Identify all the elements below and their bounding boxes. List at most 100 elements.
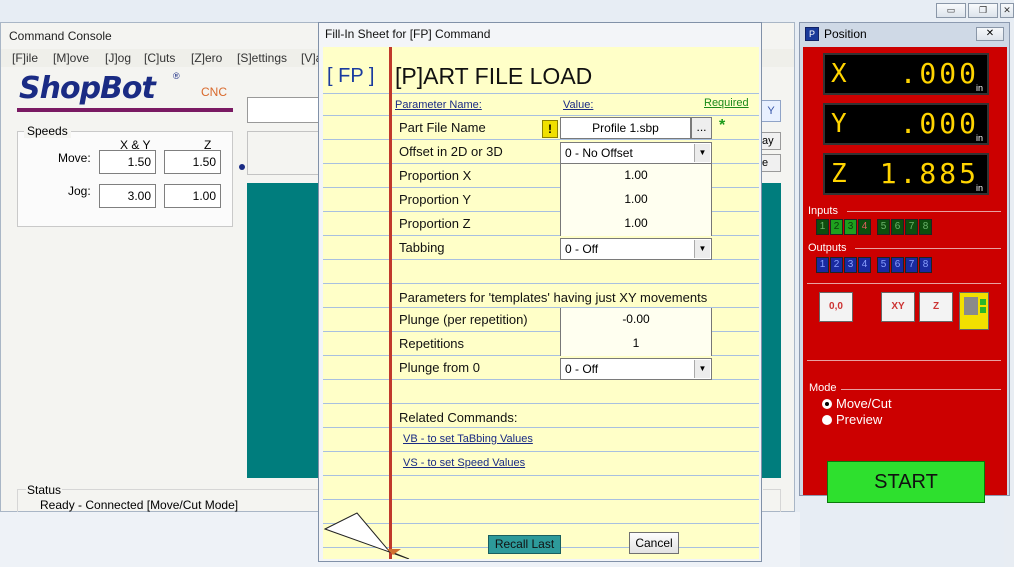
plunge-from-0-select[interactable]: 0 - Off ▼ [560,358,712,380]
close-icon[interactable]: ✕ [976,27,1004,41]
param-plunge-per-rep: Plunge (per repetition) [399,312,528,327]
dro-x: X .000 in [823,53,989,95]
dro-unit: in [975,83,983,93]
console-title: Command Console [9,29,112,43]
dro-z: Z 1.885 in [823,153,989,195]
zero-xy-button[interactable]: XY [881,292,915,322]
plunge-from-0-value: 0 - Off [565,362,599,376]
value-header: Value: [563,99,594,111]
fill-in-paper: [ FP ] [P]ART FILE LOAD Parameter Name: … [323,47,759,559]
dro-axis-label: Y [831,109,847,139]
position-title: Position [824,27,867,41]
divider [855,248,1001,249]
dro-y: Y .000 in [823,103,989,145]
input-indicator: 1 [816,219,829,235]
side-button-play[interactable]: ay [761,132,781,150]
status-text: Ready - Connected [Move/Cut Mode] [40,498,239,512]
param-tabbing: Tabbing [399,240,445,255]
plunge-per-rep-input[interactable]: -0.00 [560,308,712,332]
mode-move-cut-radio[interactable] [822,399,832,409]
logo-registered: ® [173,71,180,81]
menu-move[interactable]: [M]ove [53,51,89,65]
input-indicator: 6 [891,219,904,235]
menu-jog[interactable]: [J]og [105,51,131,65]
shopbot-logo: ShopBot ® CNC [15,71,237,117]
recall-last-button[interactable]: Recall Last [488,535,561,554]
input-indicator: 7 [905,219,918,235]
menu-cuts[interactable]: [C]uts [144,51,175,65]
repetitions-input[interactable]: 1 [560,332,712,356]
offset-select[interactable]: 0 - No Offset ▼ [560,142,712,164]
speeds-legend: Speeds [24,124,71,138]
mode-preview-label[interactable]: Preview [836,412,882,427]
position-panel: X .000 in Y .000 in Z 1.885 in Inputs 1 … [803,47,1007,503]
chevron-down-icon[interactable]: ▼ [694,144,710,162]
command-input[interactable] [247,97,327,123]
menu-zero[interactable]: [Z]ero [191,51,222,65]
link-vb-tabbing[interactable]: VB - to set TaBbing Values [403,433,533,445]
output-indicator[interactable]: 4 [858,257,871,273]
dro-axis-label: Z [831,159,847,189]
jog-z-speed-input[interactable]: 1.00 [164,184,221,208]
output-indicator[interactable]: 2 [830,257,843,273]
param-repetitions: Repetitions [399,336,465,351]
minimize-button[interactable]: ▭ [936,3,966,18]
position-window: P Position ✕ X .000 in Y .000 in Z 1.885… [799,22,1010,503]
part-file-name-input[interactable]: Profile 1.sbp [560,117,691,139]
chevron-down-icon[interactable]: ▼ [694,240,710,258]
param-proportion-y: Proportion Y [399,192,472,207]
link-vs-speed[interactable]: VS - to set Speed Values [403,457,525,469]
outputs-label: Outputs [808,242,847,254]
close-button[interactable]: ✕ [1000,3,1014,18]
browse-button[interactable]: ... [691,117,712,139]
inputs-label: Inputs [808,205,838,217]
proportion-x-input[interactable]: 1.00 [560,164,712,188]
chevron-down-icon[interactable]: ▼ [694,360,710,378]
dro-value[interactable]: .000 [900,107,979,140]
side-button-y[interactable]: Y [761,100,781,122]
move-z-speed-input[interactable]: 1.50 [164,150,221,174]
jog-xy-speed-input[interactable]: 3.00 [99,184,156,208]
dialog-title: Fill-In Sheet for [FP] Command [325,27,491,41]
offset-select-value: 0 - No Offset [565,146,633,160]
output-indicator[interactable]: 1 [816,257,829,273]
param-proportion-x: Proportion X [399,168,472,183]
proportion-y-input[interactable]: 1.00 [560,188,712,212]
required-header: Required [704,97,749,109]
param-proportion-z: Proportion Z [399,216,471,231]
indicator-dot [239,164,245,170]
dro-value[interactable]: .000 [900,57,979,90]
input-indicator: 8 [919,219,932,235]
move-xy-speed-input[interactable]: 1.50 [99,150,156,174]
output-indicator[interactable]: 8 [919,257,932,273]
side-button-e[interactable]: e [761,154,781,172]
cancel-button[interactable]: Cancel [629,532,679,554]
menu-settings[interactable]: [S]ettings [237,51,287,65]
output-indicator[interactable]: 3 [844,257,857,273]
menu-file[interactable]: [F]ile [12,51,38,65]
proportion-z-input[interactable]: 1.00 [560,212,712,236]
jog-speed-label: Jog: [68,184,91,198]
dro-value[interactable]: 1.885 [880,157,979,190]
input-indicator: 2 [830,219,843,235]
move-speed-label: Move: [58,151,91,165]
zero-xy-origin-button[interactable]: 0,0 [819,292,853,322]
output-indicator[interactable]: 7 [905,257,918,273]
restore-button[interactable]: ❐ [968,3,998,18]
logo-cnc: CNC [201,85,227,99]
dro-unit: in [975,133,983,143]
mode-move-cut-label[interactable]: Move/Cut [836,396,892,411]
tabbing-select[interactable]: 0 - Off ▼ [560,238,712,260]
param-offset: Offset in 2D or 3D [399,144,503,159]
warning-icon[interactable]: ! [542,120,558,138]
keypad-icon[interactable] [959,292,989,330]
output-indicator[interactable]: 6 [891,257,904,273]
divider [807,360,1001,361]
related-commands-heading: Related Commands: [399,410,518,425]
output-indicator[interactable]: 5 [877,257,890,273]
mode-preview-radio[interactable] [822,415,832,425]
start-button[interactable]: START [827,461,985,503]
zero-z-button[interactable]: Z [919,292,953,322]
mode-label: Mode [809,382,837,394]
logo-underline [17,108,233,112]
